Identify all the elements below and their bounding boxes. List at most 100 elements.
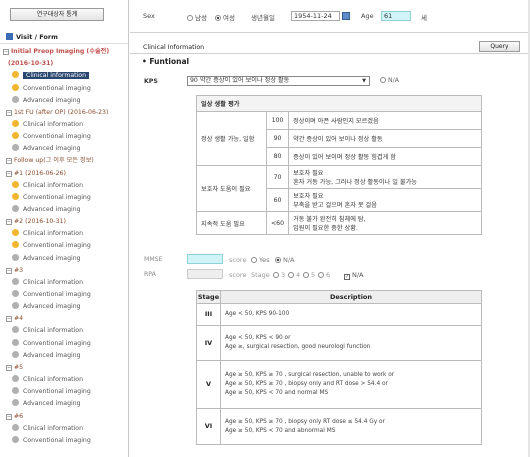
form-item[interactable]: Advanced imaging [0,143,128,154]
kps-na-option[interactable]: N/A [380,77,399,84]
form-item[interactable]: Clinical information [0,119,128,130]
tree-item-label: Clinical information [23,327,83,335]
birthdate-field[interactable]: 1954-11-24 [291,11,340,21]
stage-cell: V [196,360,221,409]
rpa-na-option[interactable]: ✓ N/A [344,271,364,280]
collapse-icon[interactable]: − [6,109,12,116]
kps-category-cell: 정상 생활 가능, 일함 [196,111,267,166]
visit-node[interactable]: − Follow up(그 이후 모든 정보) [0,155,128,166]
form-item[interactable]: Advanced imaging [0,398,128,409]
form-item[interactable]: Advanced imaging [0,350,128,361]
collapse-icon[interactable]: − [6,267,12,274]
form-item[interactable]: Conventional imaging [0,386,128,397]
status-dot-icon [12,71,19,79]
form-item[interactable]: Advanced imaging [0,253,128,264]
visit-node[interactable]: − #4 [0,313,128,324]
rpa-stage-radio[interactable] [288,272,294,278]
kps-category-cell: 지속적 도움 필요 [196,211,267,235]
form-item[interactable]: Clinical information [0,70,128,81]
kps-score-cell: 100 [265,111,290,130]
rpa-stage-6-option[interactable]: 6 [318,271,330,279]
collapse-icon[interactable]: − [6,364,12,371]
visit-node[interactable]: − #2 (2016-10-31) [0,216,128,227]
rpa-stage-label-3: 3 [281,271,286,279]
visit-node[interactable]: − Initial Preop Imaging (수술전) [0,46,128,57]
tree-item-label: Clinical information [23,424,83,432]
sex-female-option[interactable]: 여성 [215,12,235,22]
tree-item-label: Clinical information [23,376,83,384]
collapse-icon[interactable]: − [6,219,12,226]
status-dot-icon [12,326,19,334]
rpa-na-checkbox[interactable]: ✓ [344,274,350,280]
stage-desc-cell: Age < 50, KPS 90-100 [220,303,482,326]
kps-category-cell: 보호자 도움이 필요 [196,165,267,212]
query-button[interactable]: Query [479,41,520,52]
form-item[interactable]: Clinical information [0,277,128,288]
kps-selected-value: 90 약간 증상이 있어 보이나 정상 활동 [190,77,290,84]
form-item[interactable]: Advanced imaging [0,204,128,215]
mmse-na-radio[interactable] [275,257,281,263]
form-item[interactable]: Conventional imaging [0,435,128,446]
visit-node[interactable]: −1st FU (after OP) (2016-06-23) [0,107,128,118]
status-dot-icon [12,180,19,188]
tree-item-label: Clinical information [23,278,83,286]
kps-score-cell: 90 [265,129,290,148]
kps-na-radio[interactable] [380,77,386,83]
visit-node[interactable]: − #1 (2016-06-26) [0,168,128,179]
collapse-icon[interactable]: − [6,413,12,420]
list-icon [6,33,13,40]
form-item[interactable]: Clinical information [0,325,128,336]
form-item[interactable]: Conventional imaging [0,338,128,349]
tree-item-label: Conventional imaging [23,133,91,141]
rpa-stage-radio[interactable] [273,272,279,278]
rpa-stage-4-option[interactable]: 4 [288,271,300,279]
form-item[interactable]: Clinical information [0,374,128,385]
stage-desc-line: Age ≥ 50, KPS < 70 and abnormal MS [225,427,336,434]
status-dot-icon [12,83,19,91]
visit-node[interactable]: − #5 [0,362,128,373]
rpa-stage-radio[interactable] [318,272,324,278]
collapse-icon[interactable]: − [6,170,12,177]
rpa-score-field[interactable] [187,269,223,279]
collapse-icon[interactable]: − [3,49,9,55]
visit-node[interactable]: (2016-10-31) [0,58,128,69]
form-item[interactable]: Conventional imaging [0,240,128,251]
kps-reference-table: 일상 생활 평가 정상 생활 가능, 일함 100 정상이며 아픈 사람인지 모… [196,95,482,235]
form-item[interactable]: Conventional imaging [0,289,128,300]
form-item[interactable]: Conventional imaging [0,192,128,203]
rpa-stage-label-6: 6 [326,271,331,279]
rpa-stage-radio[interactable] [303,272,309,278]
age-field[interactable]: 61 [381,11,411,21]
collapse-icon[interactable]: − [6,316,12,323]
mmse-yes-option[interactable]: Yes [251,256,270,264]
tree-item-label: Advanced imaging [23,206,81,213]
mmse-score-field[interactable] [187,254,223,264]
form-item[interactable]: Conventional imaging [0,83,128,94]
male-label: 남성 [195,14,207,22]
rpa-stage-3-option[interactable]: 3 [273,271,285,279]
form-item[interactable]: Conventional imaging [0,131,128,142]
stage-cell: VI [196,408,221,445]
stage-desc-cell: Age < 50, KPS < 90 or Age ≥, surgical res… [220,325,482,361]
subject-stats-button[interactable]: 연구대상자 통계 [10,8,104,21]
form-item[interactable]: Clinical information [0,423,128,434]
form-item[interactable]: Clinical information [0,228,128,239]
form-item[interactable]: Advanced imaging [0,301,128,312]
sex-male-option[interactable]: 남성 [187,12,207,22]
rpa-stage-5-option[interactable]: 5 [303,271,315,279]
form-item[interactable]: Clinical information [0,180,128,191]
status-dot-icon [12,119,19,127]
male-radio[interactable] [187,15,193,21]
mmse-yes-radio[interactable] [251,257,257,263]
tree-item-label: #2 (2016-10-31) [14,218,66,226]
visit-node[interactable]: − #6 [0,411,128,422]
kps-select[interactable]: 90 약간 증상이 있어 보이나 정상 활동 ▼ [187,76,370,86]
female-radio[interactable] [215,15,221,21]
status-dot-icon [12,435,19,443]
visit-node[interactable]: − #3 [0,265,128,276]
tree-item-label: (2016-10-31) [8,60,54,68]
form-item[interactable]: Advanced imaging [0,95,128,106]
mmse-na-option[interactable]: N/A [275,256,295,264]
collapse-icon[interactable]: − [6,158,12,165]
calendar-icon[interactable] [342,12,350,20]
